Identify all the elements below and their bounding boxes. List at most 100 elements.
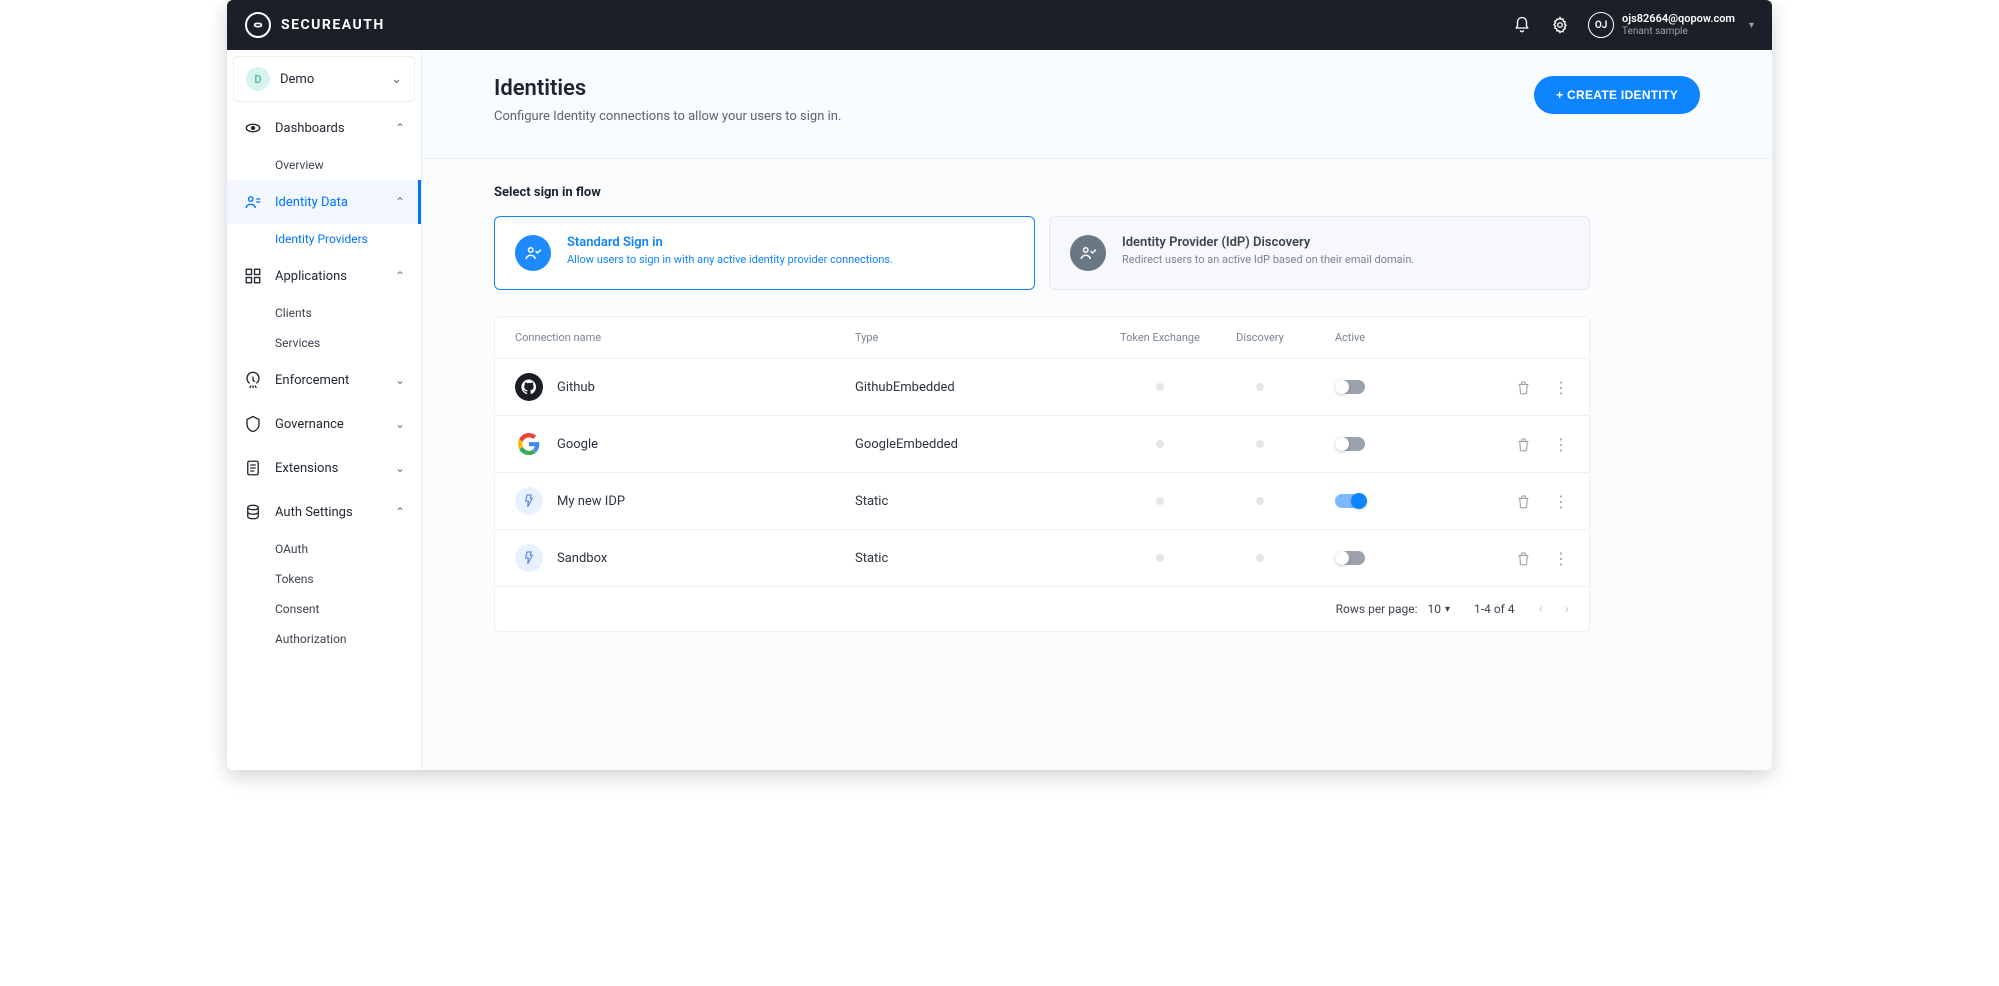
status-dot: [1156, 497, 1164, 505]
table-header-row: Connection name Type Token Exchange Disc…: [495, 317, 1589, 359]
connection-name: My new IDP: [557, 494, 625, 509]
connection-type: GoogleEmbedded: [855, 437, 1105, 452]
connections-table: Connection name Type Token Exchange Disc…: [494, 316, 1590, 632]
sidebar-item-authorization[interactable]: Authorization: [227, 624, 421, 654]
avatar: OJ: [1588, 12, 1614, 38]
active-toggle[interactable]: [1335, 380, 1365, 394]
connection-type: GithubEmbedded: [855, 380, 1105, 395]
table-row[interactable]: My new IDP Static ⋮: [495, 473, 1589, 530]
th-discovery: Discovery: [1215, 331, 1305, 344]
kebab-menu-icon[interactable]: ⋮: [1553, 492, 1569, 511]
user-email: ojs82664@qopow.com: [1622, 12, 1735, 25]
rows-per-page-select[interactable]: 10 ▾: [1428, 602, 1451, 616]
create-identity-button[interactable]: + CREATE IDENTITY: [1534, 76, 1700, 114]
prev-page-button[interactable]: ‹: [1539, 601, 1543, 617]
connection-name: Google: [557, 437, 598, 452]
chevron-up-icon: ⌃: [395, 505, 405, 519]
auth-settings-icon: [243, 502, 263, 522]
trash-icon[interactable]: [1516, 380, 1531, 395]
extensions-icon: [243, 458, 263, 478]
sidebar-section-governance[interactable]: Governance⌄: [227, 402, 421, 446]
table-row[interactable]: Github GithubEmbedded ⋮: [495, 359, 1589, 416]
gear-icon[interactable]: [1550, 15, 1570, 35]
brand: SECUREAUTH: [245, 12, 385, 38]
kebab-menu-icon[interactable]: ⋮: [1553, 378, 1569, 397]
sidebar-item-oauth[interactable]: OAuth: [227, 534, 421, 564]
sidebar-item-clients[interactable]: Clients: [227, 298, 421, 328]
page-header: Identities Configure Identity connection…: [422, 50, 1772, 159]
th-active: Active: [1305, 331, 1395, 344]
status-dot: [1156, 383, 1164, 391]
sidebar-section-extensions[interactable]: Extensions⌄: [227, 446, 421, 490]
flow-card-identity-provider-idp-discovery[interactable]: Identity Provider (IdP) DiscoveryRedirec…: [1049, 216, 1590, 290]
flow-card-standard-sign-in[interactable]: Standard Sign inAllow users to sign in w…: [494, 216, 1035, 290]
trash-icon[interactable]: [1516, 437, 1531, 452]
sidebar-section-applications[interactable]: Applications⌃: [227, 254, 421, 298]
active-toggle[interactable]: [1335, 437, 1365, 451]
sidebar: D Demo ⌄ Dashboards⌃OverviewIdentity Dat…: [227, 50, 422, 770]
chevron-down-icon: ▾: [1445, 604, 1450, 615]
table-footer: Rows per page: 10 ▾ 1-4 of 4 ‹ ›: [495, 587, 1589, 631]
chevron-up-icon: ⌃: [395, 121, 405, 135]
chevron-down-icon: ⌄: [395, 373, 405, 387]
kebab-menu-icon[interactable]: ⋮: [1553, 435, 1569, 454]
dashboards-icon: [243, 118, 263, 138]
generic-icon: [515, 544, 543, 572]
page-title: Identities: [494, 76, 841, 101]
status-dot: [1256, 554, 1264, 562]
workspace-name: Demo: [280, 72, 314, 87]
chevron-up-icon: ⌃: [395, 269, 405, 283]
sidebar-item-identity-providers[interactable]: Identity Providers: [227, 224, 421, 254]
trash-icon[interactable]: [1516, 551, 1531, 566]
status-dot: [1156, 440, 1164, 448]
table-row[interactable]: Google GoogleEmbedded ⋮: [495, 416, 1589, 473]
identity-data-icon: [243, 192, 263, 212]
workspace-badge: D: [246, 67, 270, 91]
chevron-down-icon: ⌄: [395, 461, 405, 475]
th-token-exchange: Token Exchange: [1105, 331, 1215, 344]
status-dot: [1256, 440, 1264, 448]
page-subtitle: Configure Identity connections to allow …: [494, 109, 841, 124]
status-dot: [1256, 497, 1264, 505]
pagination-range: 1-4 of 4: [1474, 602, 1515, 616]
workspace-selector[interactable]: D Demo ⌄: [233, 56, 415, 102]
connection-name: Github: [557, 380, 595, 395]
status-dot: [1256, 383, 1264, 391]
generic-icon: [515, 487, 543, 515]
connection-name: Sandbox: [557, 551, 607, 566]
user-menu[interactable]: OJ ojs82664@qopow.com Tenant sample ▾: [1588, 12, 1754, 38]
sidebar-item-tokens[interactable]: Tokens: [227, 564, 421, 594]
bell-icon[interactable]: [1512, 15, 1532, 35]
active-toggle[interactable]: [1335, 494, 1365, 508]
chevron-down-icon: ⌄: [391, 72, 402, 87]
th-type: Type: [855, 331, 1105, 344]
enforcement-icon: [243, 370, 263, 390]
chevron-down-icon: ⌄: [395, 417, 405, 431]
person-check-icon: [515, 235, 551, 271]
sidebar-section-identity-data[interactable]: Identity Data⌃: [227, 180, 421, 224]
connection-type: Static: [855, 551, 1105, 566]
sidebar-section-auth-settings[interactable]: Auth Settings⌃: [227, 490, 421, 534]
sidebar-item-services[interactable]: Services: [227, 328, 421, 358]
section-title: Select sign in flow: [494, 185, 1590, 200]
rows-per-page-label: Rows per page:: [1336, 602, 1418, 616]
table-row[interactable]: Sandbox Static ⋮: [495, 530, 1589, 587]
sidebar-section-dashboards[interactable]: Dashboards⌃: [227, 106, 421, 150]
brand-logo-icon: [245, 12, 271, 38]
next-page-button[interactable]: ›: [1565, 601, 1569, 617]
kebab-menu-icon[interactable]: ⋮: [1553, 549, 1569, 568]
main-content: Identities Configure Identity connection…: [422, 50, 1772, 770]
th-connection-name: Connection name: [515, 331, 855, 344]
sidebar-item-consent[interactable]: Consent: [227, 594, 421, 624]
sidebar-section-enforcement[interactable]: Enforcement⌄: [227, 358, 421, 402]
status-dot: [1156, 554, 1164, 562]
connection-type: Static: [855, 494, 1105, 509]
person-check-icon: [1070, 235, 1106, 271]
governance-icon: [243, 414, 263, 434]
chevron-down-icon: ▾: [1749, 20, 1754, 31]
sidebar-item-overview[interactable]: Overview: [227, 150, 421, 180]
trash-icon[interactable]: [1516, 494, 1531, 509]
active-toggle[interactable]: [1335, 551, 1365, 565]
topbar: SECUREAUTH OJ ojs82664@qopow.com Tenant …: [227, 0, 1772, 50]
github-icon: [515, 373, 543, 401]
